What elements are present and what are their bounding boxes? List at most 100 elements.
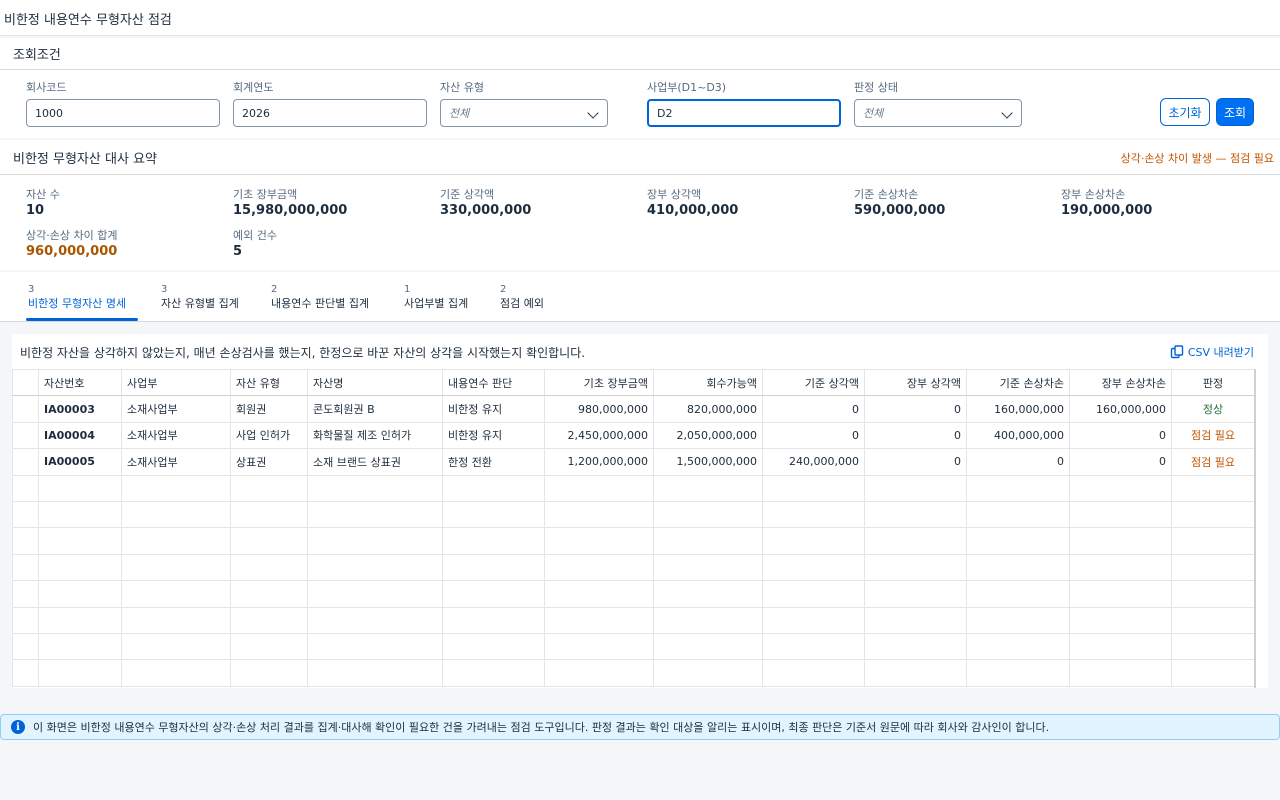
table-cell: 0 xyxy=(762,421,865,450)
column-header[interactable]: 판정 xyxy=(1171,368,1255,397)
info-message-text: 이 화면은 비한정 내용연수 무형자산의 상각·손상 처리 결과를 집계·대사해… xyxy=(33,721,1050,734)
tab-count: 3 xyxy=(161,284,168,295)
table-cell: 980,000,000 xyxy=(544,395,654,423)
kpi-label: 기준 상각액 xyxy=(440,188,495,201)
empty-row xyxy=(12,659,1255,687)
tab-exceptions[interactable]: 2 점검 예외 xyxy=(500,283,544,312)
row-selector[interactable] xyxy=(12,448,39,476)
kpi-value-diff: 960,000,000 xyxy=(26,244,118,259)
column-header[interactable]: 장부 상각액 xyxy=(864,368,967,397)
chevron-down-icon xyxy=(587,107,599,119)
empty-row xyxy=(12,500,1255,529)
kpi-label: 예외 건수 xyxy=(233,229,277,242)
company-code-label: 회사코드 xyxy=(26,81,67,94)
table-cell: 사업 인허가 xyxy=(230,421,308,450)
tab-count: 3 xyxy=(28,284,35,295)
table-cell: 0 xyxy=(966,448,1070,476)
table-cell: 소재사업부 xyxy=(121,421,231,450)
table-cell: IA00004 xyxy=(38,421,122,450)
tab-label: 내용연수 판단별 집계 xyxy=(271,297,370,310)
summary-title: 비한정 무형자산 대사 요약 xyxy=(13,152,157,167)
kpi-value: 590,000,000 xyxy=(854,203,946,218)
company-code-value: 1000 xyxy=(35,106,63,120)
empty-row xyxy=(12,632,1255,661)
status-cell: 정상 xyxy=(1171,395,1255,423)
table-cell: 1,200,000,000 xyxy=(544,448,654,476)
tab-label: 사업부별 집계 xyxy=(404,297,469,310)
table-cell: 비한정 유지 xyxy=(442,421,545,450)
table-cell: 160,000,000 xyxy=(966,395,1070,423)
division-value: D2 xyxy=(657,106,673,120)
column-header[interactable]: 내용연수 판단 xyxy=(442,368,545,397)
column-header[interactable]: 자산명 xyxy=(307,368,443,397)
reset-button[interactable]: 초기화 xyxy=(1160,98,1210,126)
empty-row xyxy=(12,474,1255,502)
information-icon: i xyxy=(11,720,25,734)
table-row[interactable]: IA00005 소재사업부 상표권 소재 브랜드 상표권 한정 전환 1,200… xyxy=(12,448,1255,476)
fiscal-year-input[interactable]: 2026 xyxy=(233,99,427,127)
tab-label: 점검 예외 xyxy=(500,297,544,310)
table-description: 비한정 자산을 상각하지 않았는지, 매년 손상검사를 했는지, 한정으로 바꾼… xyxy=(20,346,586,360)
column-header[interactable]: 사업부 xyxy=(121,368,231,397)
table-cell: 비한정 유지 xyxy=(442,395,545,423)
kpi-label: 상각·손상 차이 합계 xyxy=(26,229,118,242)
asset-table: 자산번호 사업부 자산 유형 자산명 내용연수 판단 기초 장부금액 회수가능액… xyxy=(12,368,1255,687)
table-cell: 1,500,000,000 xyxy=(653,448,763,476)
table-cell: 0 xyxy=(864,448,967,476)
column-header[interactable]: 기준 상각액 xyxy=(762,368,865,397)
status-cell: 점검 필요 xyxy=(1171,448,1255,476)
judgment-status-label: 판정 상태 xyxy=(854,81,898,94)
column-header[interactable]: 회수가능액 xyxy=(653,368,763,397)
table-cell: 회원권 xyxy=(230,395,308,423)
row-selector[interactable] xyxy=(12,421,39,450)
asset-type-select[interactable]: 전체 xyxy=(440,99,608,127)
chevron-down-icon xyxy=(1001,107,1013,119)
vertical-scrollbar[interactable] xyxy=(1254,369,1256,688)
kpi-label: 장부 손상차손 xyxy=(1061,188,1126,201)
search-button[interactable]: 조회 xyxy=(1216,98,1254,126)
table-cell: 0 xyxy=(1069,448,1172,476)
table-cell: 2,050,000,000 xyxy=(653,421,763,450)
table-cell: IA00005 xyxy=(38,448,122,476)
tab-label: 비한정 무형자산 명세 xyxy=(28,297,127,310)
table-cell: 소재사업부 xyxy=(121,395,231,423)
copy-icon xyxy=(1170,345,1184,359)
company-code-input[interactable]: 1000 xyxy=(26,99,220,127)
table-cell: 콘도회원권 B xyxy=(307,395,443,423)
tab-count: 1 xyxy=(404,284,411,295)
column-header[interactable]: 기준 손상차손 xyxy=(966,368,1070,397)
column-header[interactable]: 자산 유형 xyxy=(230,368,308,397)
column-header[interactable]: 자산번호 xyxy=(38,368,122,397)
tab-by-asset-type[interactable]: 3 자산 유형별 집계 xyxy=(161,283,239,312)
summary-divider xyxy=(0,174,1280,175)
kpi-label: 기초 장부금액 xyxy=(233,188,298,201)
active-tab-indicator xyxy=(26,318,138,321)
table-cell: IA00003 xyxy=(38,395,122,423)
table-row[interactable]: IA00003 소재사업부 회원권 콘도회원권 B 비한정 유지 980,000… xyxy=(12,395,1255,423)
column-header[interactable]: 장부 손상차손 xyxy=(1069,368,1172,397)
empty-row xyxy=(12,527,1255,555)
column-header[interactable]: 기초 장부금액 xyxy=(544,368,654,397)
table-row[interactable]: IA00004 소재사업부 사업 인허가 화학물질 제조 인허가 비한정 유지 … xyxy=(12,421,1255,450)
division-label: 사업부(D1~D3) xyxy=(647,81,727,94)
kpi-label: 기준 손상차손 xyxy=(854,188,919,201)
division-input[interactable]: D2 xyxy=(647,99,841,127)
kpi-label: 자산 수 xyxy=(26,188,60,201)
row-selector-header xyxy=(12,368,39,397)
empty-row xyxy=(12,606,1255,634)
judgment-status-select[interactable]: 전체 xyxy=(854,99,1022,127)
table-header-row: 자산번호 사업부 자산 유형 자산명 내용연수 판단 기초 장부금액 회수가능액… xyxy=(12,368,1255,397)
row-selector[interactable] xyxy=(12,395,39,423)
csv-download-button[interactable]: CSV 내려받기 xyxy=(1170,344,1254,360)
table-cell: 상표권 xyxy=(230,448,308,476)
filter-divider xyxy=(0,69,1280,70)
tab-by-useful-life[interactable]: 2 내용연수 판단별 집계 xyxy=(271,283,369,312)
tab-by-division[interactable]: 1 사업부별 집계 xyxy=(404,283,468,312)
table-cell: 소재사업부 xyxy=(121,448,231,476)
tab-count: 2 xyxy=(271,284,278,295)
fiscal-year-label: 회계연도 xyxy=(233,81,274,94)
fiscal-year-value: 2026 xyxy=(242,106,270,120)
empty-row xyxy=(12,553,1255,582)
tab-asset-list[interactable]: 3 비한정 무형자산 명세 xyxy=(28,283,126,312)
asset-type-label: 자산 유형 xyxy=(440,81,484,94)
